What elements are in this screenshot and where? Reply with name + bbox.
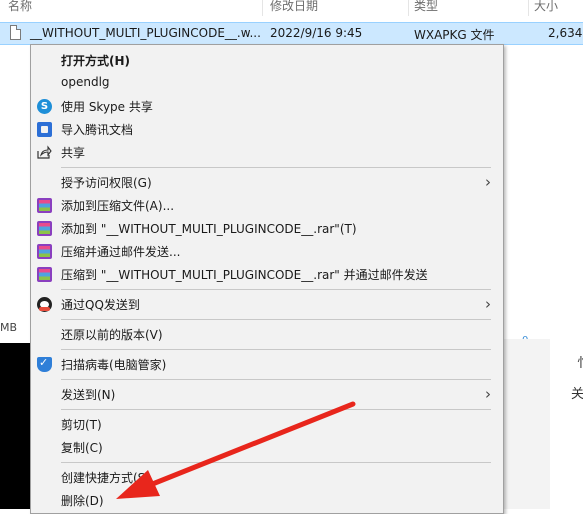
menu-item-label: 授予访问权限(G) xyxy=(61,176,152,190)
file-type: WXAPKG 文件 xyxy=(414,28,495,42)
menu-separator xyxy=(61,379,491,380)
background-text: 忄 xyxy=(577,352,583,371)
menu-item-opendlg[interactable]: opendlg xyxy=(31,72,503,94)
background-text: 关 xyxy=(571,387,583,402)
winrar-icon xyxy=(37,198,52,213)
menu-separator xyxy=(61,462,491,463)
column-size[interactable]: 大小 xyxy=(534,0,558,14)
share-icon xyxy=(37,145,52,160)
menu-item-add-to-archive[interactable]: 添加到压缩文件(A)... xyxy=(31,194,503,216)
column-divider[interactable] xyxy=(408,0,409,16)
menu-item-send-via-qq[interactable]: 通过QQ发送到 › xyxy=(31,293,503,315)
file-modified: 2022/9/16 9:45 xyxy=(270,26,363,40)
skype-icon: S xyxy=(37,99,52,114)
menu-item-label: 还原以前的版本(V) xyxy=(61,328,163,342)
selected-file-row[interactable]: __WITHOUT_MULTI_PLUGINCODE__.w... 2022/9… xyxy=(0,22,583,45)
context-menu: 打开方式(H) opendlg S 使用 Skype 共享 导入腾讯文档 共享 … xyxy=(30,44,504,514)
menu-item-label: 添加到 "__WITHOUT_MULTI_PLUGINCODE__.rar"(T… xyxy=(61,222,357,236)
file-name: __WITHOUT_MULTI_PLUGINCODE__.w... xyxy=(30,26,261,40)
menu-separator xyxy=(61,349,491,350)
menu-item-label: 创建快捷方式(S) xyxy=(61,471,150,485)
menu-separator xyxy=(61,409,491,410)
menu-item-grant-access[interactable]: 授予访问权限(G) › xyxy=(31,171,503,193)
menu-item-label: 通过QQ发送到 xyxy=(61,298,140,312)
tencent-docs-icon xyxy=(37,122,52,137)
menu-item-add-to-rar[interactable]: 添加到 "__WITHOUT_MULTI_PLUGINCODE__.rar"(T… xyxy=(31,217,503,239)
file-icon xyxy=(10,25,21,40)
column-divider[interactable] xyxy=(528,0,529,16)
menu-item-delete[interactable]: 删除(D) xyxy=(31,489,503,511)
menu-separator xyxy=(61,289,491,290)
status-size-label: MB xyxy=(0,321,18,334)
menu-item-create-shortcut[interactable]: 创建快捷方式(S) xyxy=(31,466,503,488)
menu-item-import-tencent-docs[interactable]: 导入腾讯文档 xyxy=(31,118,503,140)
menu-separator xyxy=(61,319,491,320)
menu-separator xyxy=(61,167,491,168)
column-modified[interactable]: 修改日期 xyxy=(270,0,318,14)
column-header: 名称 修改日期 类型 大小 xyxy=(0,0,583,18)
file-size: 2,634 xyxy=(548,26,583,40)
chevron-right-icon: › xyxy=(485,173,491,191)
background-panel: 忄 关 xyxy=(504,339,583,509)
background-window xyxy=(0,343,30,509)
menu-item-label: 打开方式(H) xyxy=(61,54,131,68)
menu-item-label: 使用 Skype 共享 xyxy=(61,100,153,114)
chevron-right-icon: › xyxy=(485,295,491,313)
qq-icon xyxy=(37,297,52,312)
menu-item-compress-rar-email[interactable]: 压缩到 "__WITHOUT_MULTI_PLUGINCODE__.rar" 并… xyxy=(31,263,503,285)
menu-item-label: 共享 xyxy=(61,146,86,160)
column-type[interactable]: 类型 xyxy=(414,0,438,14)
menu-item-label: opendlg xyxy=(61,75,110,89)
menu-item-scan-virus[interactable]: 扫描病毒(电脑管家) xyxy=(31,353,503,375)
menu-item-label: 删除(D) xyxy=(61,494,104,508)
menu-item-open-with[interactable]: 打开方式(H) xyxy=(31,49,503,71)
pc-manager-shield-icon xyxy=(37,356,52,372)
menu-item-label: 复制(C) xyxy=(61,441,103,455)
winrar-icon xyxy=(37,267,52,282)
column-divider[interactable] xyxy=(262,0,263,16)
menu-item-compress-email[interactable]: 压缩并通过邮件发送... xyxy=(31,240,503,262)
menu-item-send-to[interactable]: 发送到(N) › xyxy=(31,383,503,405)
menu-item-cut[interactable]: 剪切(T) xyxy=(31,413,503,435)
menu-item-skype-share[interactable]: S 使用 Skype 共享 xyxy=(31,95,503,117)
menu-item-share[interactable]: 共享 xyxy=(31,141,503,163)
winrar-icon xyxy=(37,244,52,259)
winrar-icon xyxy=(37,221,52,236)
chevron-right-icon: › xyxy=(485,385,491,403)
menu-item-restore-previous[interactable]: 还原以前的版本(V) xyxy=(31,323,503,345)
menu-item-label: 剪切(T) xyxy=(61,418,102,432)
menu-item-label: 添加到压缩文件(A)... xyxy=(61,199,175,213)
menu-item-copy[interactable]: 复制(C) xyxy=(31,436,503,458)
menu-item-label: 扫描病毒(电脑管家) xyxy=(61,358,167,372)
menu-item-label: 压缩到 "__WITHOUT_MULTI_PLUGINCODE__.rar" 并… xyxy=(61,268,428,282)
menu-item-label: 压缩并通过邮件发送... xyxy=(61,245,181,259)
menu-item-label: 发送到(N) xyxy=(61,388,116,402)
column-name[interactable]: 名称 xyxy=(8,0,32,14)
menu-item-label: 导入腾讯文档 xyxy=(61,123,134,137)
